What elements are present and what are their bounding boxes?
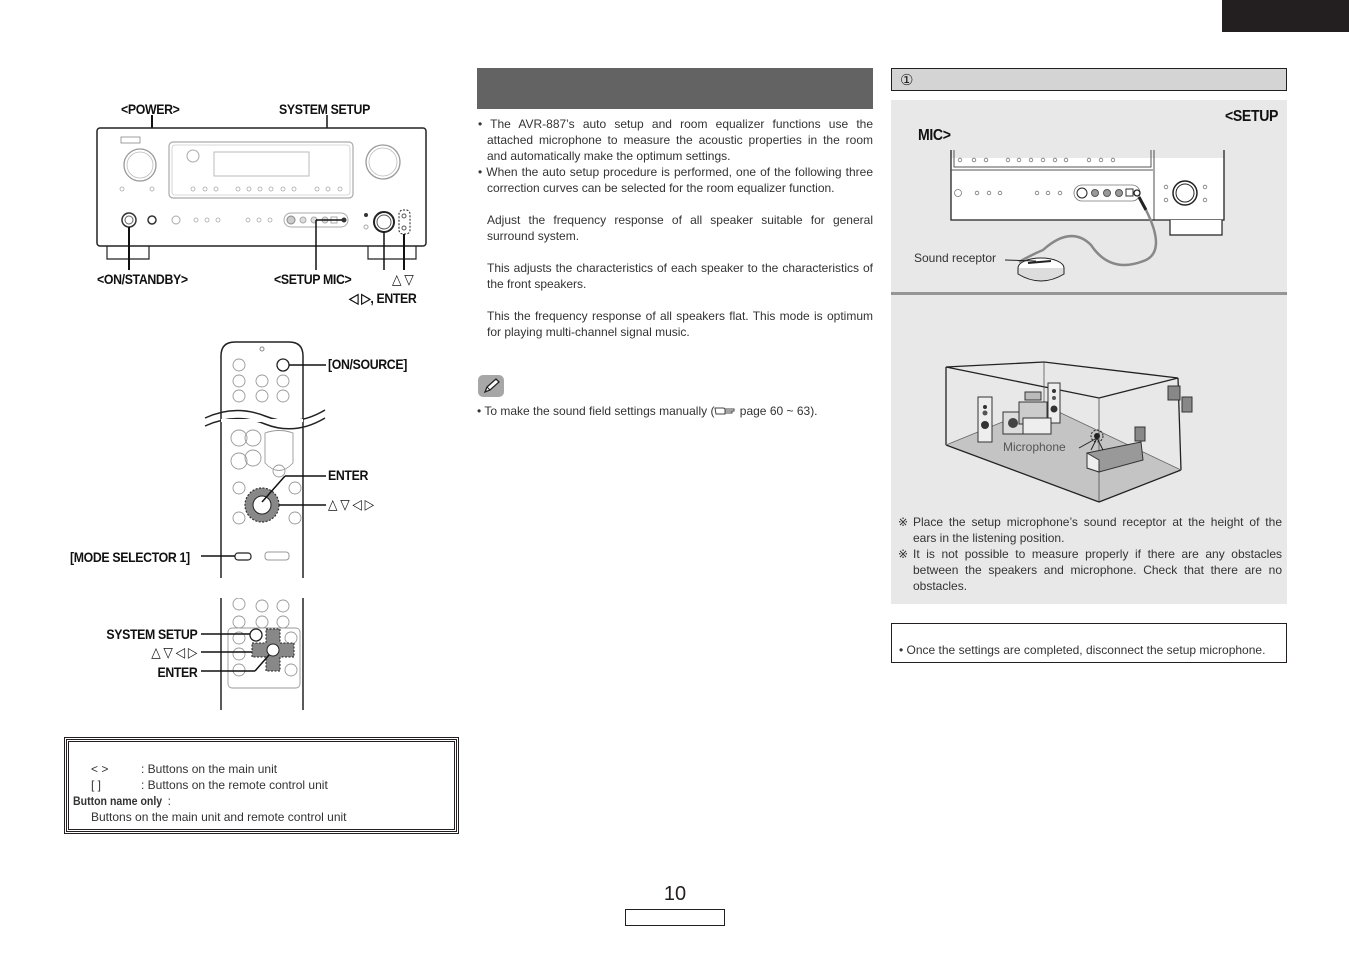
- panel-divider: [891, 292, 1287, 295]
- legend-row-both: Button name only :: [73, 794, 172, 808]
- final-note-text: • Once the settings are completed, disco…: [899, 643, 1266, 657]
- page-number: 10: [663, 883, 687, 905]
- curve-desc-2: This adjusts the characteristics of each…: [487, 261, 873, 291]
- room-layout-illustration: [945, 361, 1193, 503]
- setup-mic-label: <SETUP MIC>: [274, 271, 352, 287]
- up-down-arrows-label: △ ▽: [392, 271, 414, 287]
- caution-item: ※ Place the setup microphone’s sound rec…: [898, 515, 1282, 545]
- page-reference-link[interactable]: page 60 ~ 63).: [736, 404, 818, 418]
- hand-pointer-icon: [714, 405, 736, 415]
- sound-receptor-label: Sound receptor: [914, 251, 997, 265]
- main-unit-illustration: [96, 115, 427, 270]
- curve-desc-1: Adjust the frequency response of all spe…: [487, 213, 873, 243]
- legend-row-remote: [ ]: Buttons on the remote control unit: [91, 778, 328, 792]
- remote-illustration-bottom: [201, 598, 304, 710]
- intro-bullet-1: • The AVR-887’s auto setup and room equa…: [478, 117, 873, 163]
- enter-remote-label: ENTER: [157, 664, 197, 680]
- system-setup-remote-label: SYSTEM SETUP: [106, 626, 197, 642]
- microphone-label: Microphone: [1003, 440, 1066, 454]
- note-manual-settings: • To make the sound field settings manua…: [477, 404, 818, 418]
- legend-row-both-desc: Buttons on the main unit and remote cont…: [91, 810, 347, 824]
- mic-connection-illustration: [950, 150, 1225, 282]
- step-header-bar: ①: [891, 68, 1287, 91]
- button-legend-box: < >: Buttons on the main unit [ ]: Butto…: [64, 737, 459, 834]
- mode-selector-label: [MODE SELECTOR 1]: [70, 549, 190, 565]
- remote-illustration-top: [201, 341, 326, 578]
- arrows-remote-label: △ ▽ ◁ ▷: [151, 644, 197, 660]
- arrows-label: △ ▽ ◁ ▷: [328, 496, 374, 512]
- step-number: ①: [900, 72, 914, 89]
- setup-mic-label-a: <SETUP: [1225, 108, 1279, 125]
- pencil-icon: [478, 375, 504, 397]
- final-note-box: • Once the settings are completed, disco…: [891, 623, 1287, 663]
- section-header-bar: [477, 68, 873, 109]
- page-footer-box: [625, 909, 725, 926]
- curve-desc-3: This the frequency response of all speak…: [487, 309, 873, 339]
- on-source-label: [ON/SOURCE]: [328, 356, 407, 372]
- language-tab: [1222, 0, 1349, 32]
- intro-text: • The AVR-887’s auto setup and room equa…: [477, 116, 873, 340]
- enter-label: ENTER: [328, 467, 368, 483]
- intro-bullet-2: • When the auto setup procedure is perfo…: [478, 165, 873, 195]
- left-right-enter-label: ◁ ▷, ENTER: [349, 290, 417, 306]
- caution-list: ※ Place the setup microphone’s sound rec…: [898, 514, 1282, 594]
- setup-mic-label-b: MIC>: [918, 127, 951, 144]
- legend-row-main-unit: < >: Buttons on the main unit: [91, 762, 278, 776]
- caution-item: ※ It is not possible to measure properly…: [898, 547, 1282, 593]
- on-standby-label: <ON/STANDBY>: [97, 271, 188, 287]
